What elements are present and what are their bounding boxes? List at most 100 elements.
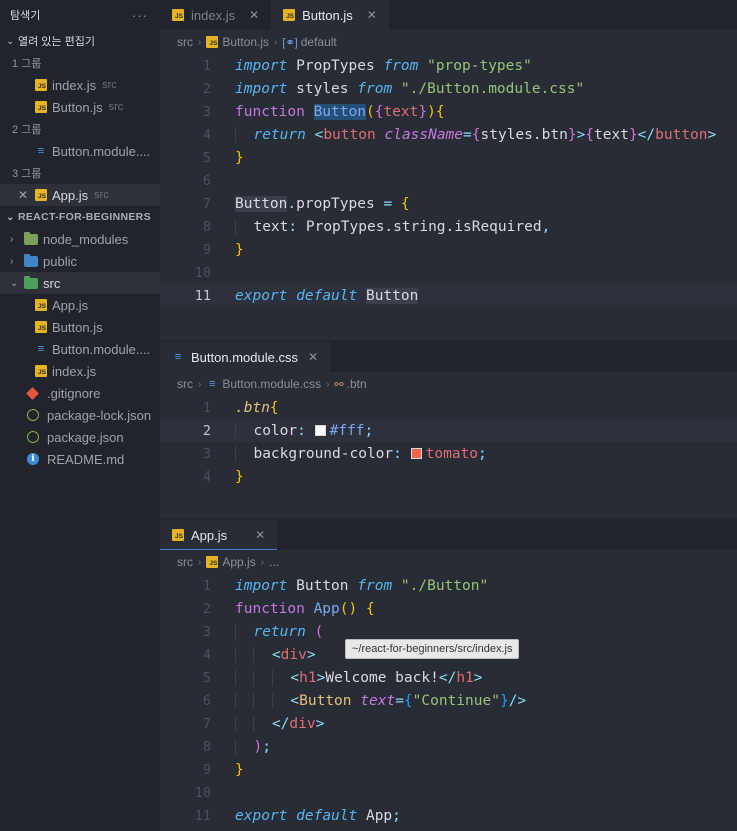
path-tooltip: ~/react-for-beginners/src/index.js (345, 639, 520, 659)
js-file-icon: JS (35, 365, 47, 377)
code-line: 6 (160, 169, 737, 192)
editor-group-1: JS index.js ✕ JS Button.js ✕ src › JS Bu… (160, 0, 737, 340)
more-actions-icon[interactable]: ··· (132, 8, 148, 23)
code-line-current: 11 export default Button (160, 284, 737, 307)
string: "Continue" (412, 692, 500, 709)
explorer-sidebar: 탐색기 ··· ⌄ 열려 있는 편집기 1 그룹 JS index.js src… (0, 0, 160, 831)
expression: styles.btn (480, 126, 568, 143)
tree-file[interactable]: JS App.js (0, 294, 160, 316)
keyword: function (235, 103, 305, 120)
file-name: Button.js (52, 319, 103, 335)
tree-file[interactable]: ≡ Button.module.... (0, 338, 160, 360)
css-value: tomato (425, 445, 479, 462)
line-number: 2 (202, 422, 211, 439)
jsx-tag: div (280, 646, 307, 663)
js-file-icon: JS (35, 321, 47, 333)
file-name: App.js (52, 297, 89, 313)
css-selector: .btn (235, 399, 270, 416)
tree-folder-expanded[interactable]: ⌄ src (0, 272, 160, 294)
code-editor[interactable]: 1 import PropTypes from "prop-types" 2 imp… (160, 54, 737, 307)
css-property: background-color (253, 445, 394, 462)
line-number: 7 (202, 715, 211, 732)
close-icon[interactable]: ✕ (367, 8, 377, 22)
project-section[interactable]: ⌄ REACT-FOR-BEGINNERS (0, 206, 160, 228)
tab-button-module-css[interactable]: ≡ Button.module.css ✕ (160, 342, 331, 372)
property: propTypes (296, 195, 375, 212)
tab-button-js[interactable]: JS Button.js ✕ (271, 0, 389, 30)
tree-file[interactable]: i README.md (0, 448, 160, 470)
line-number: 2 (202, 600, 211, 617)
info-icon: i (27, 453, 39, 465)
breadcrumb-item[interactable]: App.js (222, 555, 255, 569)
code-line: 2 function App() { (160, 597, 737, 620)
code-editor[interactable]: 1 .btn{ 2 color: #fff; 3 background-color… (160, 396, 737, 488)
close-icon[interactable]: ✕ (308, 350, 318, 364)
chevron-right-icon: › (198, 378, 202, 390)
string: "./Button" (400, 577, 489, 594)
file-folder: src (102, 79, 117, 91)
jsx-tag: button (323, 126, 376, 143)
folder-name: src (43, 275, 61, 291)
tab-app-js[interactable]: JS App.js ✕ (160, 520, 278, 550)
tree-folder[interactable]: › public (0, 250, 160, 272)
tab-label: Button.js (302, 7, 353, 23)
code-line: 9} (160, 238, 737, 261)
chevron-right-icon: › (10, 233, 14, 245)
open-editor-item[interactable]: JS index.js src (0, 74, 160, 96)
open-editor-item[interactable]: ≡ Button.module.... (0, 140, 160, 162)
jsx-tag: h1 (456, 669, 474, 686)
tab-bar: JS App.js ✕ (160, 520, 737, 550)
param: text (383, 103, 419, 120)
jsx-tag: h1 (299, 669, 317, 686)
line-number: 3 (202, 445, 211, 462)
breadcrumb-item[interactable]: src (177, 35, 193, 49)
line-number: 10 (194, 264, 211, 281)
tree-file[interactable]: package.json (0, 426, 160, 448)
explorer-header: 탐색기 ··· (0, 0, 160, 30)
line-number: 9 (202, 241, 211, 258)
npm-package-icon (27, 431, 39, 443)
tree-file[interactable]: JS Button.js (0, 316, 160, 338)
open-editor-item[interactable]: JS Button.js src (0, 96, 160, 118)
open-editors-section[interactable]: ⌄ 열려 있는 편집기 (0, 30, 160, 52)
file-folder: src (94, 189, 109, 201)
color-swatch[interactable] (314, 424, 326, 436)
tree-file[interactable]: JS index.js (0, 360, 160, 382)
color-swatch[interactable] (410, 447, 422, 459)
tree-file[interactable]: package-lock.json (0, 404, 160, 426)
code-line: 4 return <button className={styles.btn}>… (160, 123, 737, 146)
close-icon[interactable]: ✕ (255, 528, 265, 542)
code-line: 5 <h1>Welcome back!</h1> (160, 666, 737, 689)
open-editor-item-active[interactable]: ✕ JS App.js src (0, 184, 160, 206)
line-number: 8 (202, 738, 211, 755)
explorer-title: 탐색기 (10, 10, 41, 22)
close-icon[interactable]: ✕ (249, 8, 259, 22)
close-icon[interactable]: ✕ (18, 188, 28, 202)
keyword: default (296, 287, 358, 304)
breadcrumb-item[interactable]: Button.js (222, 35, 269, 49)
code-line: 1 .btn{ (160, 396, 737, 419)
code-line: 11 export default App; (160, 804, 737, 827)
js-file-icon: JS (35, 299, 47, 311)
breadcrumb-item[interactable]: default (301, 35, 337, 49)
code-line: 3 background-color: tomato; (160, 442, 737, 465)
code-editor[interactable]: 1 import Button from "./Button" 2 function… (160, 574, 737, 827)
breadcrumb-item[interactable]: ... (269, 555, 279, 569)
tab-index-js[interactable]: JS index.js ✕ (160, 0, 271, 30)
code-line: 9} (160, 758, 737, 781)
breadcrumb: src › ≡ Button.module.css › ⚯ .btn (160, 372, 737, 396)
keyword: default (296, 807, 358, 824)
tree-file[interactable]: .gitignore (0, 382, 160, 404)
breadcrumb-item[interactable]: Button.module.css (222, 377, 321, 391)
js-file-icon: JS (172, 529, 184, 541)
breadcrumb-item[interactable]: .btn (347, 377, 367, 391)
tree-folder[interactable]: › node_modules (0, 228, 160, 250)
keyword: function (235, 600, 305, 617)
breadcrumb-item[interactable]: src (177, 555, 193, 569)
chevron-right-icon: › (274, 36, 278, 48)
line-number: 9 (202, 761, 211, 778)
breadcrumb-item[interactable]: src (177, 377, 193, 391)
line-number: 7 (202, 195, 211, 212)
group-label: 3 그룹 (12, 168, 42, 180)
chevron-right-icon: › (260, 556, 265, 568)
